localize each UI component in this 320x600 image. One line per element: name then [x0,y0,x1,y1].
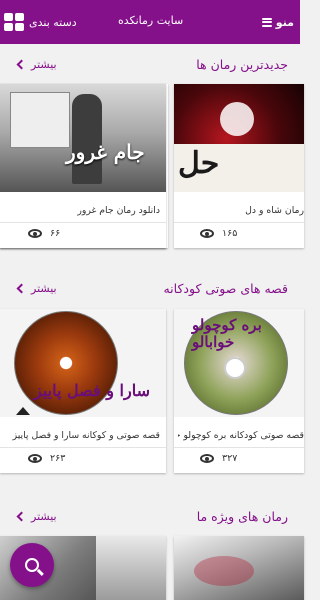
cover-title: بره کوچولو خوابالو [192,316,262,351]
grid-icon [4,13,24,31]
hamburger-icon [261,17,272,27]
more-link[interactable]: بیشتر [16,58,57,71]
card-caption: قصه صوتی کودکانه بره کوچولو خواب... [178,430,304,441]
views-value: ۲۶۳ [50,453,66,464]
divider [174,447,304,448]
cover-image: حل [174,84,304,192]
more-link[interactable]: بیشتر [16,510,57,523]
card-caption: رمان شاه و دل [245,205,304,216]
views-value: ۶۶ [50,228,61,239]
chevron-left-icon [16,59,27,69]
views-value: ۱۶۵ [222,228,238,239]
cover-title: سارا و فصل پاییز [34,381,150,400]
chevron-left-icon [16,283,27,293]
section-title: رمان های ویژه ما [196,508,288,524]
cover-image: سارا و فصل پاییز [0,309,166,417]
more-label: بیشتر [31,509,57,523]
search-button[interactable] [10,543,54,587]
novel-card[interactable]: جام غرور دانلود رمان جام غرور ۶۶ [0,84,166,248]
views-count: ۳۲۷ [200,453,237,464]
cover-image: بره کوچولو خوابالو [174,309,304,417]
divider [0,222,166,223]
eye-icon [200,229,214,238]
cover-image: جام غرور [0,84,166,192]
divider [174,222,304,223]
eye-icon [28,229,42,238]
views-count: ۱۶۵ [200,228,237,239]
cover-title: حل [178,146,220,181]
more-label: بیشتر [31,281,57,295]
section-header-audio-stories: بیشتر قصه های صوتی کودکانه [0,268,300,308]
story-card[interactable]: سارا و فصل پاییز قصه صوتی و کوکانه سارا … [0,309,166,473]
chevron-left-icon [16,511,27,521]
menu-label: منو [275,15,294,29]
section-title: قصه های صوتی کودکانه [163,280,288,296]
section-header-new-novels: بیشتر جدیدترین رمان ها [0,44,300,84]
card-caption: دانلود رمان جام غرور [77,205,160,216]
search-icon [25,558,39,572]
site-title: سایت رمانکده [118,14,184,27]
eye-icon [200,454,214,463]
cover-image [174,536,304,600]
more-link[interactable]: بیشتر [16,282,57,295]
novel-card[interactable]: حل رمان شاه و دل ۱۶۵ [174,84,304,248]
category-button[interactable]: دسته بندی [4,13,77,31]
category-label: دسته بندی [29,15,77,29]
divider [0,447,166,448]
cover-title: جام غرور [66,140,145,164]
more-label: بیشتر [31,57,57,71]
views-value: ۳۲۷ [222,453,238,464]
section-header-special-novels: بیشتر رمان های ویژه ما [0,496,300,536]
section-title: جدیدترین رمان ها [196,56,288,72]
views-count: ۶۶ [28,228,60,239]
eye-icon [28,454,42,463]
top-app-bar: دسته بندی سایت رمانکده منو [0,0,300,44]
menu-button[interactable]: منو [261,15,294,29]
novel-card[interactable] [174,536,304,600]
story-card[interactable]: بره کوچولو خوابالو قصه صوتی کودکانه بره … [174,309,304,473]
card-caption: قصه صوتی و کوکانه سارا و فصل پاییز [12,430,160,441]
views-count: ۲۶۳ [28,453,65,464]
